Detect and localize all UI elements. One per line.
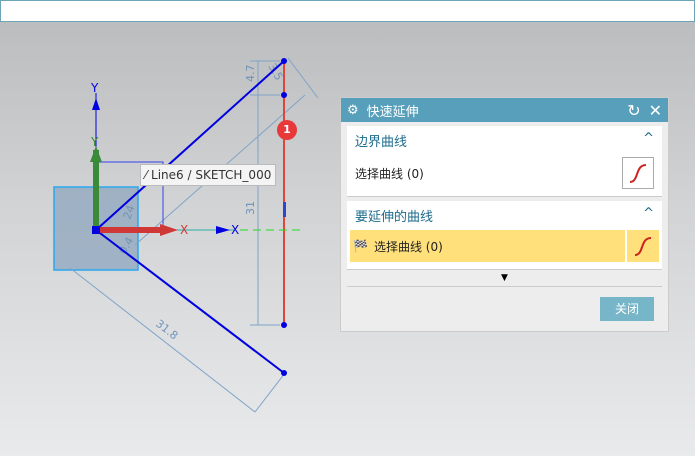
close-icon[interactable]: ✕ [649, 101, 662, 120]
reset-icon[interactable]: ↻ [627, 101, 640, 120]
boundary-curve-group: 边界曲线 ^ 选择曲线 (0) [347, 126, 662, 197]
curve-to-extend-group: 要延伸的曲线 ^ 🏁 选择曲线 (0) [347, 201, 662, 270]
quick-extend-dialog: ⚙ 快速延伸 ↻ ✕ 边界曲线 ^ 选择曲线 (0) 要延伸的曲线 ^ 🏁 选择曲线… [340, 97, 669, 332]
dimension-label[interactable]: 31 [244, 201, 257, 215]
dimension-label[interactable]: 4.7 [244, 65, 257, 83]
y-arrow [92, 98, 100, 110]
endpoint[interactable] [281, 92, 287, 98]
x-axis-label: X [231, 223, 239, 237]
dialog-title: 快速延伸 [366, 104, 419, 120]
selection-badge: 1 [277, 120, 297, 140]
gear-icon[interactable]: ⚙ [347, 103, 359, 118]
tooltip-text: Line6 / SKETCH_000 [151, 168, 272, 182]
sketch-line-lower[interactable] [95, 229, 285, 374]
group-title: 要延伸的曲线 [355, 210, 434, 225]
vertical-constraint-icon [283, 202, 286, 217]
dialog-titlebar[interactable]: ⚙ 快速延伸 ↻ ✕ [341, 98, 668, 122]
curve-select-button[interactable] [627, 230, 659, 262]
select-curve-label: 选择曲线 (0) [373, 239, 443, 254]
expand-more-icon[interactable]: ▼ [341, 270, 668, 286]
checkered-flag-icon: 🏁 [353, 239, 368, 253]
y-axis-label: Y [90, 135, 99, 149]
dimension-label[interactable]: 31.8 [153, 317, 180, 342]
divider [347, 286, 662, 287]
group-title: 边界曲线 [355, 135, 408, 150]
curve-icon [629, 164, 647, 183]
select-curve-label: 选择曲线 (0) [355, 166, 424, 181]
x-arrow [216, 226, 230, 234]
endpoint[interactable] [281, 322, 287, 328]
endpoint[interactable] [281, 370, 287, 376]
close-button[interactable]: 关闭 [600, 297, 654, 321]
line-icon: ⁄ [145, 168, 148, 182]
y-axis-label: Y [90, 81, 99, 95]
group-header[interactable]: 边界曲线 ^ [347, 126, 662, 155]
x-axis-label: X [180, 223, 188, 237]
curve-select-button[interactable] [622, 157, 654, 189]
selection-tooltip: ⁄ Line6 / SKETCH_000 [140, 164, 277, 186]
csys-x-handle[interactable] [96, 227, 162, 233]
dimension-label[interactable]: 3.5 [265, 61, 285, 83]
curve-icon [634, 237, 652, 256]
group-header[interactable]: 要延伸的曲线 ^ [347, 201, 662, 230]
chevron-up-icon[interactable]: ^ [643, 131, 654, 150]
select-curve-row[interactable]: 🏁 选择曲线 (0) [350, 230, 625, 262]
endpoint[interactable] [281, 58, 287, 64]
chevron-up-icon[interactable]: ^ [643, 206, 654, 225]
